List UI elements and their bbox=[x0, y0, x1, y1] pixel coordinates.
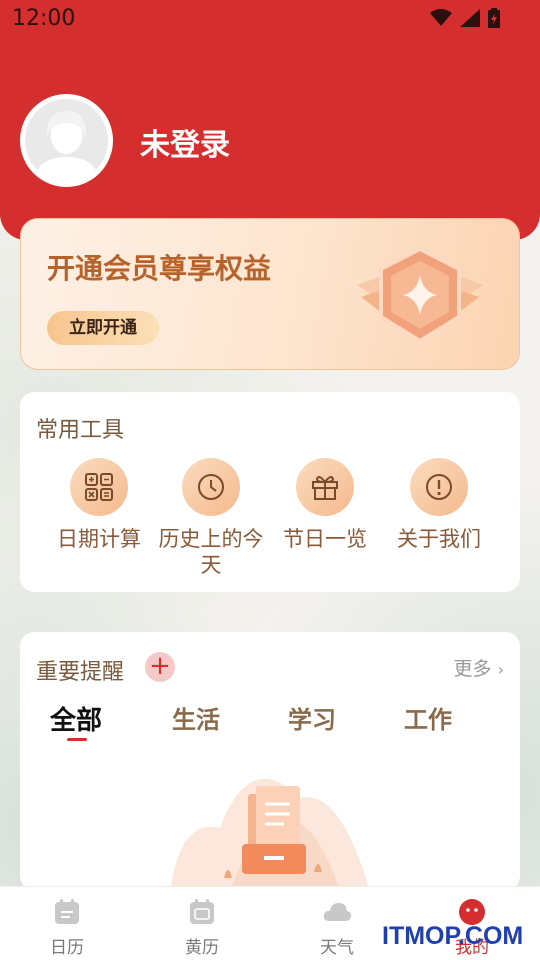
login-status[interactable]: 未登录 bbox=[140, 120, 230, 164]
empty-state-illustration bbox=[170, 778, 370, 890]
vip-card[interactable]: 开通会员尊享权益 立即开通 bbox=[20, 218, 520, 370]
gift-icon bbox=[312, 476, 338, 500]
important-reminders-card: 重要提醒 + 更多 › 全部 生活 学习 工作 bbox=[20, 632, 520, 890]
tool-about-us[interactable]: 关于我们 bbox=[382, 458, 496, 552]
nav-item-weather[interactable]: 天气 bbox=[287, 897, 387, 958]
nav-label: 天气 bbox=[320, 938, 354, 958]
tool-label: 历史上的今天 bbox=[158, 527, 264, 577]
tool-icon-circle bbox=[70, 458, 128, 516]
tool-date-calculator[interactable]: 日期计算 bbox=[42, 458, 156, 552]
battery-icon bbox=[488, 8, 500, 28]
avatar-placeholder bbox=[25, 99, 108, 182]
calculator-icon bbox=[85, 473, 113, 501]
info-icon bbox=[426, 474, 452, 500]
vip-title: 开通会员尊享权益 bbox=[47, 252, 272, 285]
tool-label: 日期计算 bbox=[57, 527, 141, 551]
vip-badge-icon bbox=[357, 246, 483, 344]
tab-work[interactable]: 工作 bbox=[404, 700, 452, 735]
tool-history-today[interactable]: 历史上的今天 bbox=[154, 458, 268, 578]
tool-icon-circle bbox=[182, 458, 240, 516]
tab-study[interactable]: 学习 bbox=[288, 700, 336, 735]
tools-title: 常用工具 bbox=[36, 418, 125, 443]
status-time: 12:00 bbox=[12, 6, 76, 31]
status-icons bbox=[430, 8, 500, 28]
tool-icon-circle bbox=[410, 458, 468, 516]
user-silhouette-icon bbox=[33, 111, 100, 182]
tool-holidays[interactable]: 节日一览 bbox=[268, 458, 382, 552]
site-watermark: ITMOP.COM bbox=[382, 922, 524, 950]
tab-life[interactable]: 生活 bbox=[172, 700, 220, 735]
add-reminder-button[interactable]: + bbox=[145, 652, 175, 682]
nav-item-calendar[interactable]: 日历 bbox=[17, 897, 117, 958]
status-bar: 12:00 bbox=[0, 0, 540, 38]
active-tab-indicator bbox=[67, 738, 87, 741]
chevron-right-icon: › bbox=[497, 660, 504, 679]
more-link[interactable]: 更多 › bbox=[454, 654, 504, 681]
avatar[interactable] bbox=[20, 94, 113, 187]
reminders-title: 重要提醒 bbox=[36, 660, 125, 685]
status-spacer bbox=[510, 8, 528, 28]
tool-label: 关于我们 bbox=[397, 527, 481, 551]
activate-vip-button[interactable]: 立即开通 bbox=[47, 311, 159, 345]
tool-label: 节日一览 bbox=[283, 527, 367, 551]
nav-label: 日历 bbox=[50, 938, 84, 958]
wifi-icon bbox=[430, 9, 452, 26]
more-label: 更多 bbox=[453, 658, 492, 680]
clock-icon bbox=[198, 474, 224, 500]
tab-all[interactable]: 全部 bbox=[50, 700, 102, 737]
signal-icon bbox=[460, 9, 480, 27]
common-tools-card: 常用工具 日期计算 历史上的今天 节日一览 关于我们 bbox=[20, 392, 520, 592]
calendar-icon bbox=[55, 899, 79, 924]
tool-icon-circle bbox=[296, 458, 354, 516]
cloud-icon bbox=[323, 903, 352, 921]
nav-label: 黄历 bbox=[185, 938, 219, 958]
tools-row: 日期计算 历史上的今天 节日一览 关于我们 bbox=[20, 458, 520, 588]
almanac-icon bbox=[190, 899, 214, 924]
nav-item-almanac[interactable]: 黄历 bbox=[152, 897, 252, 958]
